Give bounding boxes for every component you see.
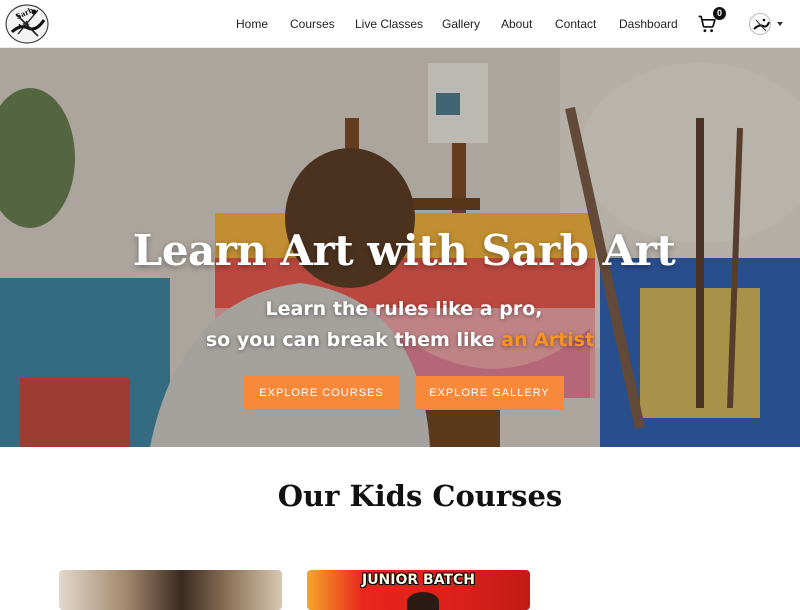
explore-gallery-button[interactable]: EXPLORE GALLERY xyxy=(415,376,564,410)
navbar: Sarb Art Home Courses Live Classes Galle… xyxy=(0,0,800,48)
hero-title: Learn Art with Sarb Art xyxy=(132,226,676,275)
avatar-logo-icon xyxy=(753,18,770,32)
hero-subtitle-line2: so you can break them like an Artist xyxy=(0,329,800,351)
kids-courses-title: Our Kids Courses xyxy=(277,479,563,513)
nav-about[interactable]: About xyxy=(501,17,532,31)
nav-gallery[interactable]: Gallery xyxy=(442,17,480,31)
course-card-thumbnail[interactable]: JUNIOR BATCH xyxy=(307,570,530,610)
nav-live-classes[interactable]: Live Classes xyxy=(355,17,423,31)
explore-courses-button[interactable]: EXPLORE COURSES xyxy=(244,376,399,410)
course-card-thumbnail[interactable] xyxy=(59,570,282,610)
course-card-label: JUNIOR BATCH xyxy=(361,572,476,588)
hero-subtitle-prefix: so you can break them like xyxy=(205,329,502,351)
nav-contact[interactable]: Contact xyxy=(555,17,596,31)
cart-count-badge: 0 xyxy=(713,7,726,20)
course-card-figure xyxy=(407,592,439,610)
hero-banner: Learn Art with Sarb Art Learn the rules … xyxy=(0,48,800,447)
logo[interactable]: Sarb Art xyxy=(4,2,50,45)
nav-dashboard[interactable]: Dashboard xyxy=(619,17,678,31)
nav-home[interactable]: Home xyxy=(236,17,268,31)
nav-courses[interactable]: Courses xyxy=(290,17,335,31)
avatar[interactable] xyxy=(749,13,771,35)
caret-down-icon[interactable] xyxy=(777,22,783,26)
hero-subtitle-accent: an Artist xyxy=(501,329,595,351)
hero-subtitle-line1: Learn the rules like a pro, xyxy=(265,298,543,320)
